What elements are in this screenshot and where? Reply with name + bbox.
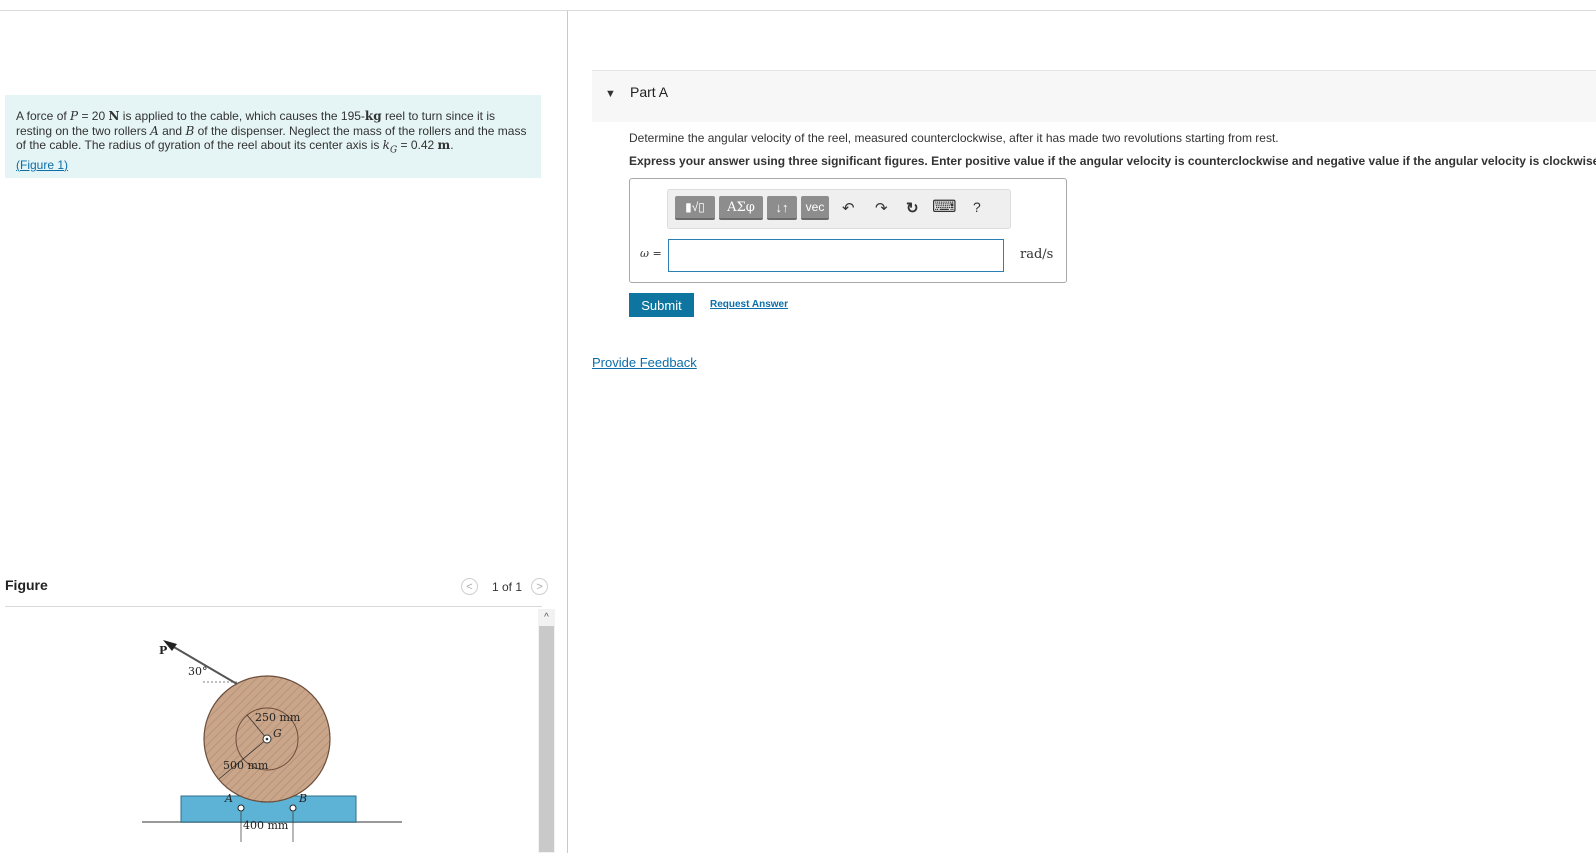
redo-icon[interactable]: ↷ xyxy=(875,199,888,217)
reset-icon[interactable]: ↻ xyxy=(906,199,919,217)
problem-text: is applied to the cable, which causes th… xyxy=(119,109,365,123)
scroll-up-arrow-icon[interactable]: ^ xyxy=(538,609,555,625)
roller-b xyxy=(289,804,297,812)
figure-counter: 1 of 1 xyxy=(492,579,523,594)
meter-unit: m xyxy=(437,138,451,152)
top-rule xyxy=(0,10,1596,11)
undo-icon[interactable]: ↶ xyxy=(842,199,855,217)
figure-prev-button[interactable]: < xyxy=(461,578,478,595)
roller-a xyxy=(237,804,245,812)
figure-next-button[interactable]: > xyxy=(531,578,549,595)
figure-link[interactable]: Figure 1 xyxy=(20,158,64,172)
part-a-label: Part A xyxy=(630,84,669,100)
omega-label: ω = xyxy=(640,247,662,260)
arrows-button[interactable]: ↓↑ xyxy=(767,196,797,220)
spacing-label: 400 mm xyxy=(243,819,289,832)
force-symbol: P xyxy=(70,109,79,123)
problem-text: and xyxy=(158,123,186,138)
request-answer-link[interactable]: Request Answer xyxy=(710,299,788,310)
center-g-dot xyxy=(265,737,269,741)
collapse-caret-icon[interactable]: ▼ xyxy=(605,88,616,100)
provide-feedback-link[interactable]: Provide Feedback xyxy=(592,355,697,370)
figure-title: Figure xyxy=(5,577,48,593)
figure-navigation: < 1 of 1 > xyxy=(461,578,549,595)
roller-a-label: A xyxy=(224,792,233,805)
vector-button[interactable]: vec xyxy=(801,196,829,220)
problem-text: = 20 xyxy=(78,109,109,123)
roller-a-symbol: A xyxy=(150,123,159,138)
answer-box: ▮√▯ ΑΣφ ↓↑ vec ↶ ↷ ↻ ⌨ ? ω = rad/s xyxy=(629,178,1067,283)
help-icon[interactable]: ? xyxy=(973,199,981,215)
center-label: G xyxy=(273,727,282,740)
pane-divider xyxy=(567,11,568,853)
kg-unit: kg xyxy=(364,109,382,123)
problem-text: = 0.42 xyxy=(397,138,438,152)
answer-instructions: Express your answer using three signific… xyxy=(629,154,1596,168)
math-toolbar: ▮√▯ ΑΣφ ↓↑ vec ↶ ↷ ↻ ⌨ ? xyxy=(667,189,1011,229)
greek-symbols-button[interactable]: ΑΣφ xyxy=(719,196,763,220)
scroll-thumb[interactable] xyxy=(539,626,554,852)
units-label: rad/s xyxy=(1020,247,1054,262)
figure-scrollbar[interactable]: ^ xyxy=(538,609,555,853)
roller-b-label: B xyxy=(298,792,307,805)
inner-radius-label: 250 mm xyxy=(255,711,301,724)
part-a-header[interactable]: ▼ Part A xyxy=(592,70,1596,122)
problem-text: . xyxy=(450,138,454,152)
problem-statement: A force of P = 20 N is applied to the ca… xyxy=(5,95,541,178)
figure-image-area: P 30° 250 mm G 500 mm A B 400 mm xyxy=(5,607,537,853)
submit-button[interactable]: Submit xyxy=(629,293,694,317)
answer-input[interactable] xyxy=(668,239,1004,272)
newton-unit: N xyxy=(108,109,120,123)
question-text: Determine the angular velocity of the re… xyxy=(629,131,1279,145)
roller-b-symbol: B xyxy=(185,123,195,138)
templates-button[interactable]: ▮√▯ xyxy=(675,196,715,220)
keyboard-icon[interactable]: ⌨ xyxy=(932,197,957,217)
figure-link-paren: ) xyxy=(64,157,69,172)
outer-radius-label: 500 mm xyxy=(223,759,269,772)
problem-text: A force of xyxy=(16,109,71,123)
gyration-symbol: k xyxy=(382,138,390,152)
reel-figure-diagram: P 30° 250 mm G 500 mm A B 400 mm xyxy=(142,640,402,842)
force-label: P xyxy=(159,644,167,657)
angle-label: 30° xyxy=(188,665,208,678)
